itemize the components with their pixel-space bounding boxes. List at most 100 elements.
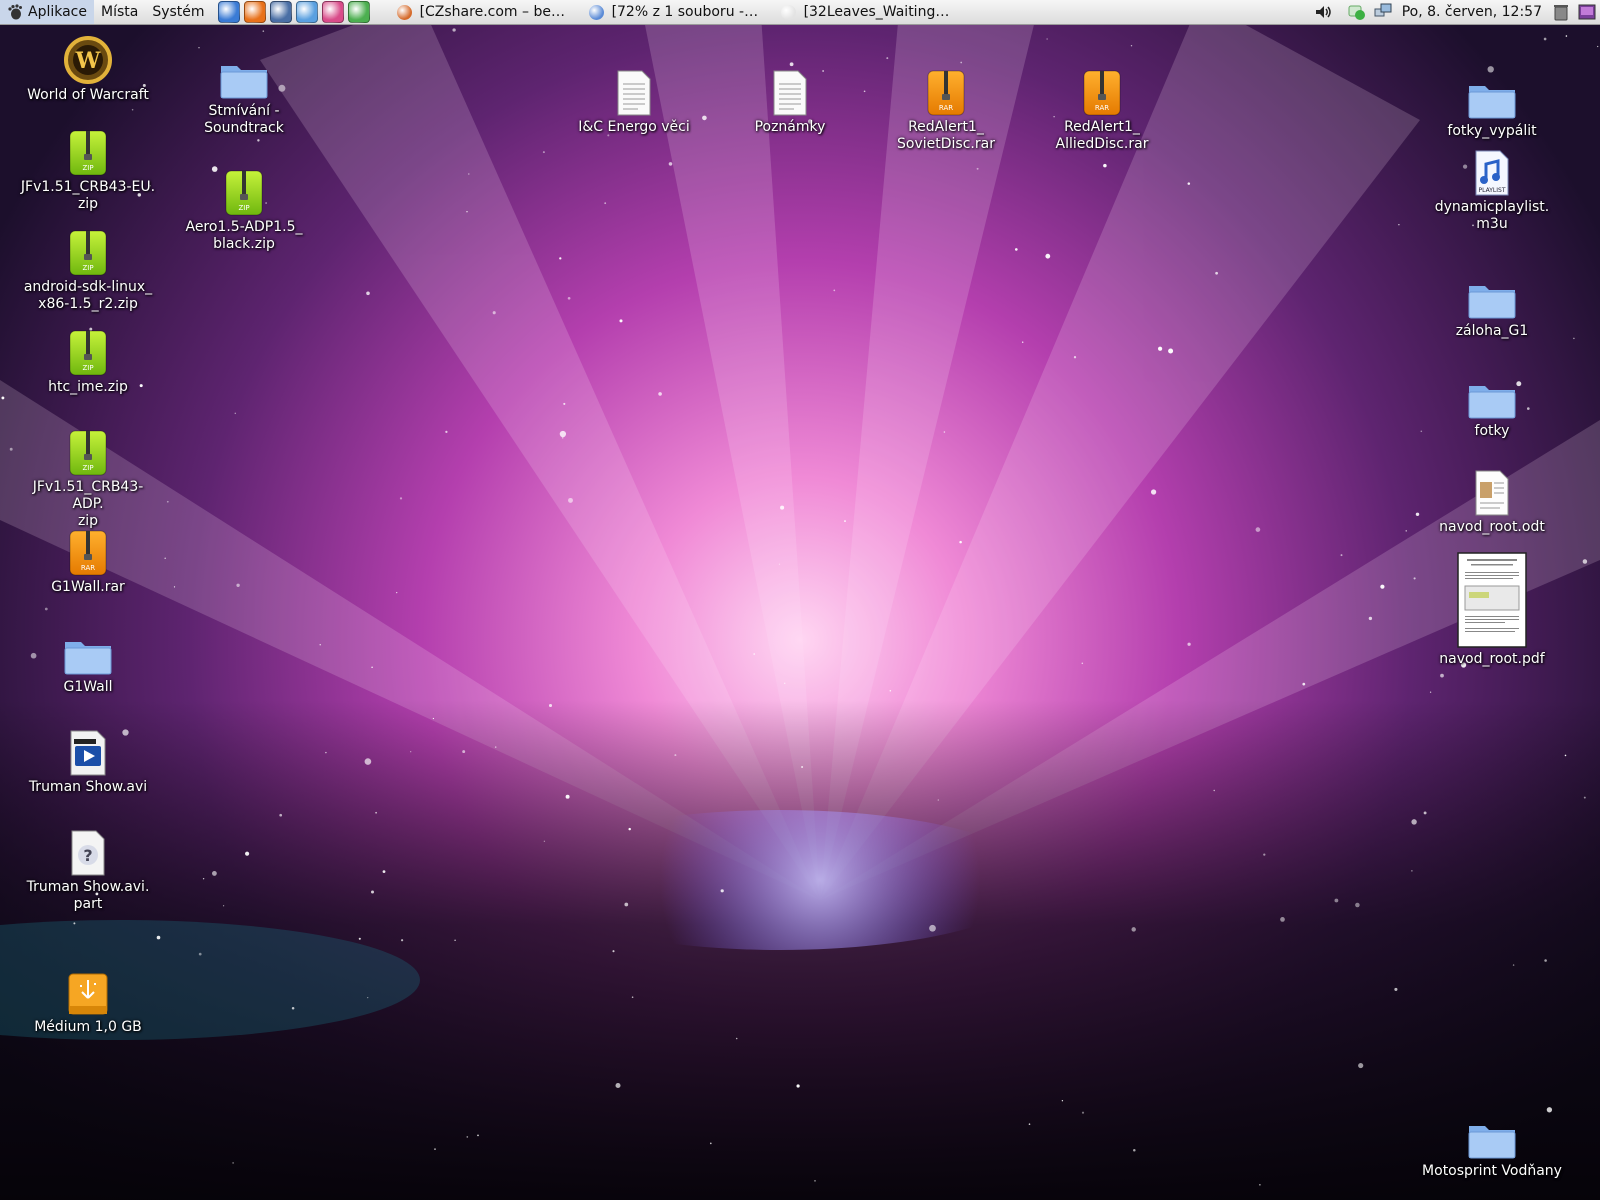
network-icon[interactable] [1374, 3, 1392, 21]
star [1582, 559, 1588, 564]
star [401, 939, 404, 942]
star [468, 173, 470, 175]
star [1355, 902, 1360, 908]
messenger-icon[interactable] [295, 1, 318, 23]
desktop-icon-zip[interactable]: ZIP htc_ime.zip [18, 328, 158, 396]
desktop-icon-text[interactable]: Poznámky [720, 68, 860, 136]
top-panel: Aplikace Místa Systém [CZshare.com – bes… [0, 0, 1600, 25]
star [1565, 35, 1568, 37]
desktop-icon-text[interactable]: I&C Energo věci [564, 68, 704, 136]
star [615, 1082, 621, 1089]
star [1564, 754, 1567, 757]
svg-text:RAR: RAR [939, 104, 953, 112]
clock[interactable]: Po, 8. červen, 12:57 [1402, 4, 1542, 20]
star [494, 746, 497, 748]
star [929, 924, 936, 932]
star [1081, 1111, 1085, 1114]
star [1334, 898, 1339, 903]
desktop-icon-rar[interactable]: RAR RedAlert1_ SovietDisc.rar [876, 68, 1016, 153]
star [1081, 662, 1084, 665]
star [1103, 163, 1107, 168]
star [1215, 271, 1218, 275]
star [1028, 1123, 1031, 1125]
star [1022, 341, 1024, 343]
star [542, 151, 545, 154]
star [1380, 584, 1385, 589]
desktop-icon-label: I&C Energo věci [578, 119, 690, 135]
menu-system[interactable]: Systém [145, 0, 211, 24]
star [454, 939, 456, 941]
desktop-icon-folder[interactable]: G1Wall [18, 628, 158, 696]
star [432, 717, 434, 720]
desktop-icon-folder[interactable]: fotky_vypálit [1422, 72, 1562, 140]
desktop-icon-folder[interactable]: Motosprint Vodňany [1422, 1112, 1562, 1180]
star [959, 540, 962, 544]
desktop-icon-unknown[interactable]: ? Truman Show.avi. part [18, 828, 158, 913]
desktop-icon-playlist[interactable]: PLAYLIST dynamicplaylist. m3u [1422, 148, 1562, 233]
star [1368, 616, 1373, 621]
star [631, 996, 634, 998]
desktop-icon-wow[interactable]: W World of Warcraft [18, 36, 158, 104]
taskbar-button-title: [72% z 1 souboru - Sp... [611, 4, 759, 20]
desktop-icon-label: navod_root.odt [1439, 519, 1545, 535]
media-task-icon [780, 4, 796, 20]
desktop-icon-usb[interactable]: Médium 1,0 GB [18, 968, 158, 1036]
star [202, 878, 205, 880]
desktop-icon-folder[interactable]: Stmívání - Soundtrack [174, 52, 314, 137]
desktop-icon-label: Stmívání - Soundtrack [204, 103, 284, 136]
desktop-icon-zip[interactable]: ZIP Aero1.5-ADP1.5_ black.zip [174, 168, 314, 253]
drawing-app-icon[interactable] [269, 1, 292, 23]
star [291, 1007, 295, 1010]
taskbar-button[interactable]: [32Leaves_Waiting.m... [772, 1, 960, 23]
menu-mista[interactable]: Místa [94, 0, 145, 24]
star [1413, 577, 1416, 580]
folder-file-icon [18, 628, 158, 676]
folder-file-icon [1422, 1112, 1562, 1160]
star [628, 827, 631, 831]
volume-icon[interactable] [1314, 3, 1332, 21]
desktop-icon-odt[interactable]: navod_root.odt [1422, 468, 1562, 536]
desktop-icon-rar[interactable]: RAR RedAlert1_ AlliedDisc.rar [1032, 68, 1172, 153]
gnome-foot-icon [8, 4, 22, 20]
picasa-icon[interactable] [321, 1, 344, 23]
star [1130, 45, 1133, 47]
star [674, 754, 677, 757]
taskbar-button-title: [32Leaves_Waiting.m... [803, 4, 951, 20]
system-monitor-icon[interactable] [347, 1, 370, 23]
star [976, 167, 979, 170]
desktop-icon-label: JFv1.51_CRB43-ADP. zip [32, 479, 144, 529]
desktop-icon-folder[interactable]: fotky [1422, 372, 1562, 440]
star [1280, 917, 1285, 922]
pdf-file-icon [1422, 550, 1562, 648]
star [375, 811, 377, 814]
desktop-icon-label: Truman Show.avi. part [26, 879, 150, 912]
star [814, 1180, 816, 1182]
folder-file-icon [174, 52, 314, 100]
desktop-icon-zip[interactable]: ZIP JFv1.51_CRB43-EU. zip [18, 128, 158, 213]
taskbar-button[interactable]: [CZshare.com – best s... [388, 1, 576, 23]
desktop-icon-label: World of Warcraft [27, 87, 149, 103]
star [753, 653, 756, 655]
desktop-icon-label: RedAlert1_ SovietDisc.rar [897, 119, 995, 152]
firefox-icon[interactable] [243, 1, 266, 23]
update-notifier-icon[interactable] [1348, 3, 1366, 21]
star [325, 751, 327, 754]
desktop-icon-zip[interactable]: ZIP JFv1.51_CRB43-ADP. zip [18, 428, 158, 530]
show-desktop-icon[interactable] [1578, 3, 1596, 21]
desktop-icon-folder[interactable]: záloha_G1 [1422, 272, 1562, 340]
taskbar-button[interactable]: [72% z 1 souboru - Sp... [580, 1, 768, 23]
desktop-icon-pdf[interactable]: navod_root.pdf [1422, 550, 1562, 668]
star [257, 139, 260, 142]
desktop-icon-rar[interactable]: RAR G1Wall.rar [18, 528, 158, 596]
music-player-icon[interactable] [217, 1, 240, 23]
star [543, 840, 546, 842]
menu-aplikace[interactable]: Aplikace [0, 0, 94, 24]
desktop-icon-zip[interactable]: ZIP android-sdk-linux_ x86-1.5_r2.zip [18, 228, 158, 313]
desktop-icon-video[interactable]: Truman Show.avi [18, 728, 158, 796]
rar-file-icon: RAR [18, 528, 158, 576]
desktop-icon-label: Motosprint Vodňany [1422, 1163, 1562, 1179]
star [780, 505, 785, 510]
trash-icon[interactable] [1552, 3, 1570, 21]
star [604, 202, 607, 205]
star [1168, 348, 1174, 354]
